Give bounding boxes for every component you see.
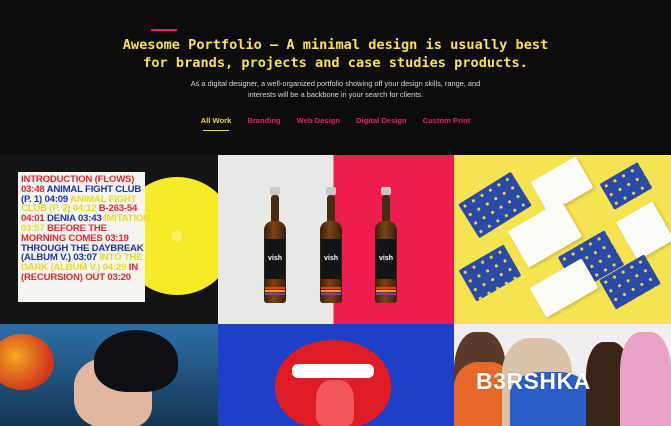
intro-text-line-2: interests will be a backbone in your sea… (248, 90, 423, 99)
intro-text: As a digital designer, a well-organized … (0, 78, 671, 100)
filter-custom-print[interactable]: Custom Print (423, 116, 471, 131)
portfolio-item-swimmer[interactable] (0, 324, 218, 426)
portfolio-item-business-cards[interactable] (454, 155, 671, 324)
card-image (458, 244, 522, 302)
drink-glass-image (0, 334, 54, 390)
card-image (599, 162, 653, 210)
portfolio-item-bottles[interactable]: vish vish vish (218, 155, 454, 324)
portfolio-item-record[interactable]: INTRODUCTION (FLOWS) 03:48 ANIMAL FIGHT … (0, 155, 218, 324)
bottle-brand-label: vish (378, 255, 393, 262)
bottle-image: vish (264, 187, 286, 303)
headline-line-1: Awesome Portfolio — A minimal design is … (122, 37, 549, 53)
portfolio-item-lips[interactable] (218, 324, 454, 426)
store-name-sign: B3RSHKA (476, 368, 591, 394)
filter-all-work[interactable]: All Work (201, 116, 231, 131)
page-headline: Awesome Portfolio — A minimal design is … (0, 36, 671, 72)
card-image (615, 201, 671, 261)
bottle-image: vish (320, 187, 342, 303)
accent-line (151, 29, 177, 31)
record-tracklist: INTRODUCTION (FLOWS) 03:48 ANIMAL FIGHT … (21, 175, 151, 283)
intro-text-line-1: As a digital designer, a well-organized … (190, 79, 481, 88)
bottle-image: vish (375, 187, 397, 303)
filter-branding[interactable]: Branding (247, 116, 280, 131)
tongue-image (316, 380, 354, 426)
bottle-brand-label: vish (323, 255, 338, 262)
swim-cap-image (94, 330, 178, 392)
bottle-brand-label: vish (267, 255, 282, 262)
person-image (620, 332, 671, 426)
teeth-image (292, 364, 374, 378)
hero-section: Awesome Portfolio — A minimal design is … (0, 0, 671, 155)
filter-digital-design[interactable]: Digital Design (356, 116, 407, 131)
filter-web-design[interactable]: Web Design (297, 116, 340, 131)
portfolio-item-fashion[interactable]: B3RSHKA (454, 324, 671, 426)
headline-line-2: for brands, projects and case studies pr… (143, 55, 528, 71)
portfolio-grid: INTRODUCTION (FLOWS) 03:48 ANIMAL FIGHT … (0, 155, 671, 426)
portfolio-filter-nav: All Work Branding Web Design Digital Des… (0, 116, 671, 131)
